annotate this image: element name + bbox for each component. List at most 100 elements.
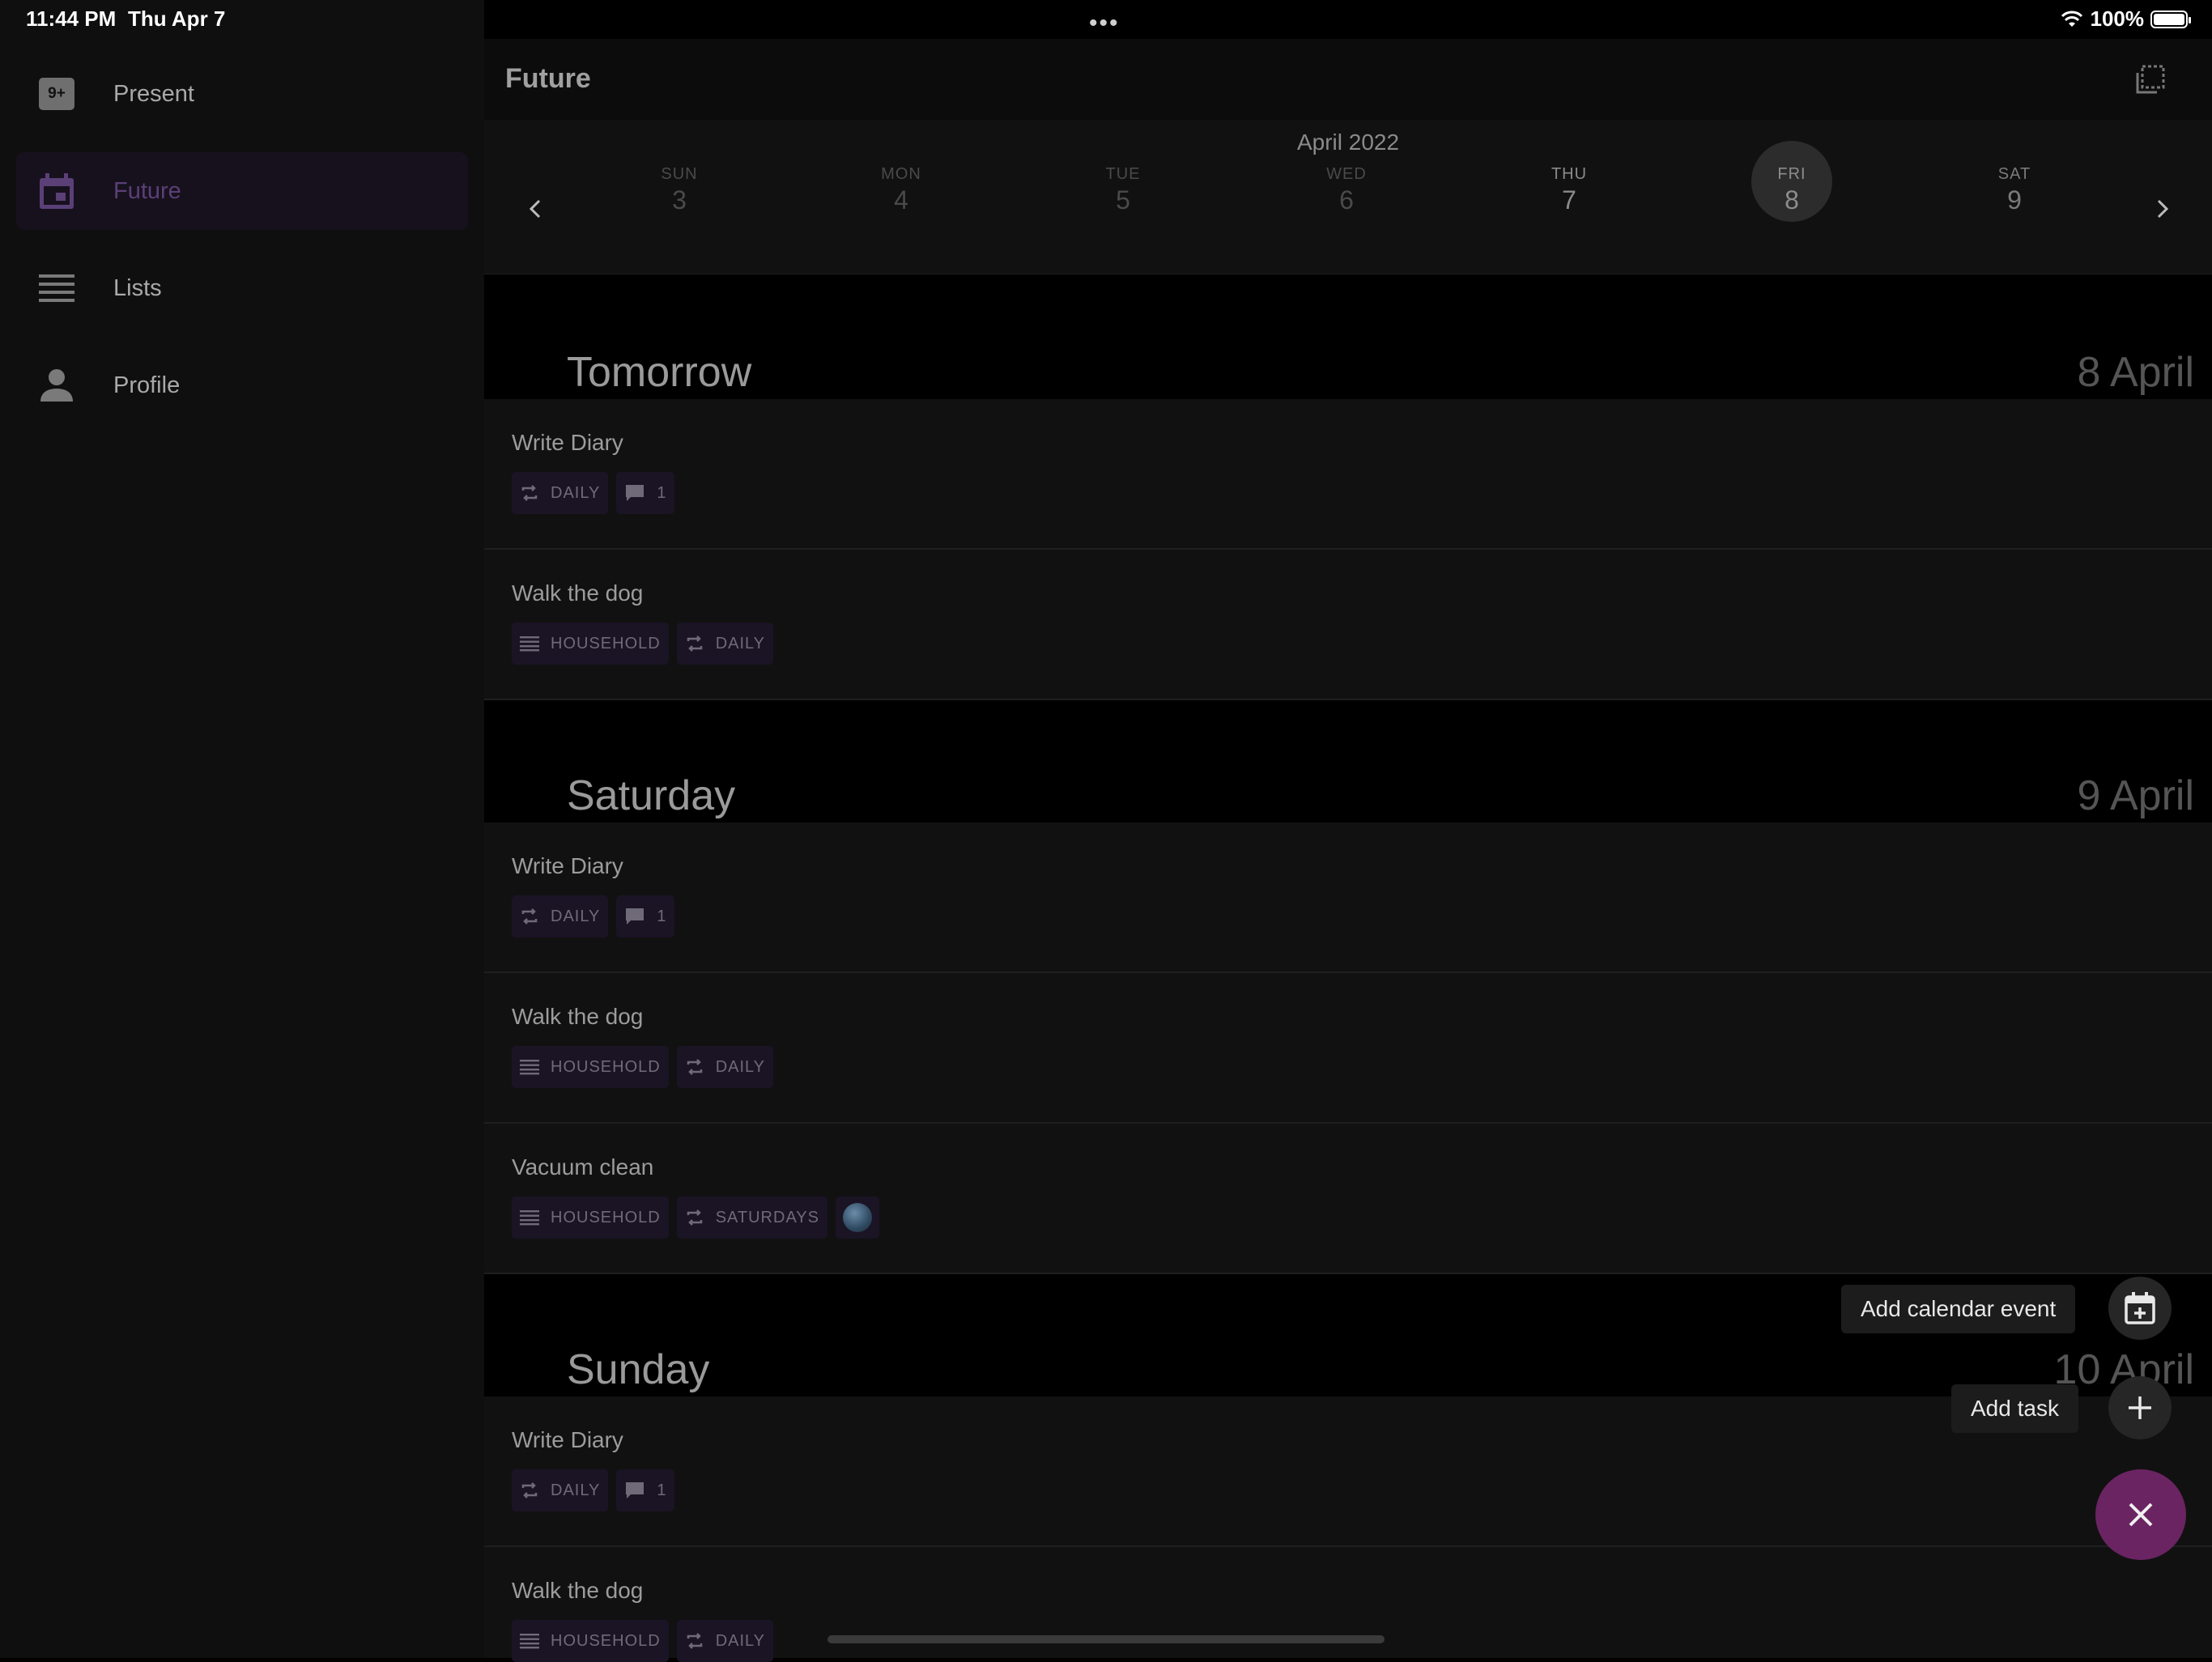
month-label: April 2022 (1296, 130, 1400, 155)
day-number: 6 (1339, 185, 1354, 215)
sidebar-item-label: Present (113, 80, 194, 107)
section-header: Tomorrow 8 April (484, 293, 2212, 398)
comments-chip: 1 (616, 1469, 675, 1511)
repeat-chip: DAILY (512, 895, 609, 937)
sidebar-item-profile[interactable]: Profile (16, 346, 468, 424)
task-item[interactable]: Walk the dog HOUSEHOLD DAILY (484, 973, 2212, 1124)
plus-icon (2129, 1396, 2151, 1419)
avatar (842, 1203, 872, 1232)
task-item[interactable]: Walk the dog HOUSEHOLD DAILY (484, 550, 2212, 700)
sidebar-item-label: Profile (113, 372, 181, 398)
list-icon (520, 1210, 539, 1226)
list-icon (37, 269, 76, 308)
close-icon (2129, 1503, 2153, 1527)
list-label: HOUSEHOLD (551, 1208, 661, 1226)
day-wed[interactable]: WED 6 (1302, 165, 1391, 215)
task-item[interactable]: Vacuum clean HOUSEHOLD SATURDAYS (484, 1124, 2212, 1274)
repeat-chip: DAILY (676, 623, 774, 665)
day-name: WED (1326, 165, 1367, 183)
status-bar: 11:44 PM Thu Apr 7 ••• 100% (0, 0, 2212, 39)
battery-percent: 100% (2090, 6, 2145, 31)
calendar-icon (37, 172, 76, 210)
add-calendar-event-button[interactable] (2108, 1277, 2172, 1340)
chevron-left-icon[interactable] (520, 193, 552, 225)
comments-count: 1 (657, 907, 667, 925)
repeat-label: SATURDAYS (715, 1208, 819, 1226)
day-name: FRI (1777, 165, 1806, 183)
list-icon (520, 1060, 539, 1075)
sidebar-item-future[interactable]: Future (16, 152, 468, 230)
day-name: SUN (661, 165, 698, 183)
day-number: 8 (1784, 185, 1799, 215)
comment-icon (626, 1482, 644, 1498)
status-date: Thu Apr 7 (128, 6, 226, 31)
comment-icon (626, 908, 644, 925)
task-title: Vacuum clean (512, 1154, 654, 1180)
list-chip: HOUSEHOLD (512, 1620, 669, 1662)
day-fri-selected[interactable]: FRI 8 (1747, 141, 1836, 222)
select-icon[interactable] (2134, 63, 2167, 96)
list-chip: HOUSEHOLD (512, 1197, 669, 1239)
close-fab-button[interactable] (2095, 1469, 2186, 1560)
battery-icon (2150, 10, 2191, 28)
status-indicators: 100% (2060, 6, 2191, 32)
repeat-icon (687, 1209, 702, 1226)
task-title: Walk the dog (512, 580, 644, 606)
day-sun[interactable]: SUN 3 (635, 165, 724, 215)
repeat-icon (687, 1633, 702, 1649)
person-icon (37, 366, 76, 405)
comment-icon (626, 485, 644, 501)
day-name: SAT (1997, 165, 2031, 183)
sidebar-item-label: Future (113, 177, 181, 204)
task-title: Walk the dog (512, 1578, 644, 1603)
section-title: Saturday (567, 772, 736, 819)
list-label: HOUSEHOLD (551, 634, 661, 652)
day-tue[interactable]: TUE 5 (1078, 165, 1168, 215)
repeat-label: DAILY (715, 1057, 766, 1076)
repeat-icon (521, 908, 538, 925)
repeat-chip: DAILY (676, 1620, 774, 1662)
day-name: MON (881, 165, 921, 183)
multitasking-dots-icon[interactable]: ••• (1089, 10, 1120, 37)
section-date: 9 April (2077, 772, 2194, 819)
home-indicator[interactable] (827, 1635, 1385, 1643)
day-number: 3 (672, 185, 687, 215)
sidebar: 9+ Present Future Lists Profile (0, 0, 484, 1658)
section-title: Tomorrow (567, 349, 752, 396)
day-sat[interactable]: SAT 9 (1970, 165, 2059, 215)
task-item[interactable]: Write Diary DAILY 1 (484, 822, 2212, 973)
repeat-label: DAILY (551, 483, 601, 502)
day-number: 5 (1116, 185, 1130, 215)
day-name: TUE (1105, 165, 1141, 183)
sidebar-item-present[interactable]: 9+ Present (16, 55, 468, 133)
task-item[interactable]: Write Diary DAILY 1 (484, 399, 2212, 550)
wifi-icon (2061, 11, 2082, 27)
calendar-add-icon (2125, 1292, 2155, 1324)
sidebar-item-lists[interactable]: Lists (16, 249, 468, 327)
day-name: THU (1551, 165, 1588, 183)
day-number: 9 (2007, 185, 2022, 215)
task-title: Write Diary (512, 1427, 623, 1452)
repeat-chip: DAILY (676, 1046, 774, 1088)
repeat-icon (521, 485, 538, 501)
add-task-label[interactable]: Add task (1951, 1384, 2078, 1433)
comments-chip: 1 (616, 472, 675, 514)
list-chip: HOUSEHOLD (512, 623, 669, 665)
section-header: Saturday 9 April (484, 716, 2212, 822)
day-mon[interactable]: MON 4 (857, 165, 946, 215)
repeat-label: DAILY (715, 634, 766, 652)
chevron-right-icon[interactable] (2146, 193, 2178, 225)
comments-count: 1 (657, 483, 667, 502)
task-title: Walk the dog (512, 1004, 644, 1029)
day-thu[interactable]: THU 7 (1525, 165, 1614, 215)
section-title: Sunday (567, 1346, 710, 1393)
list-label: HOUSEHOLD (551, 1057, 661, 1076)
task-title: Write Diary (512, 853, 623, 878)
week-selector: April 2022 SUN 3 MON 4 TUE 5 WED 6 THU 7… (484, 120, 2212, 274)
sidebar-item-label: Lists (113, 274, 162, 301)
add-task-button[interactable] (2108, 1376, 2172, 1439)
list-chip: HOUSEHOLD (512, 1046, 669, 1088)
app-bar: Future (484, 39, 2212, 120)
day-number: 7 (1562, 185, 1576, 215)
add-calendar-event-label[interactable]: Add calendar event (1841, 1285, 2076, 1333)
